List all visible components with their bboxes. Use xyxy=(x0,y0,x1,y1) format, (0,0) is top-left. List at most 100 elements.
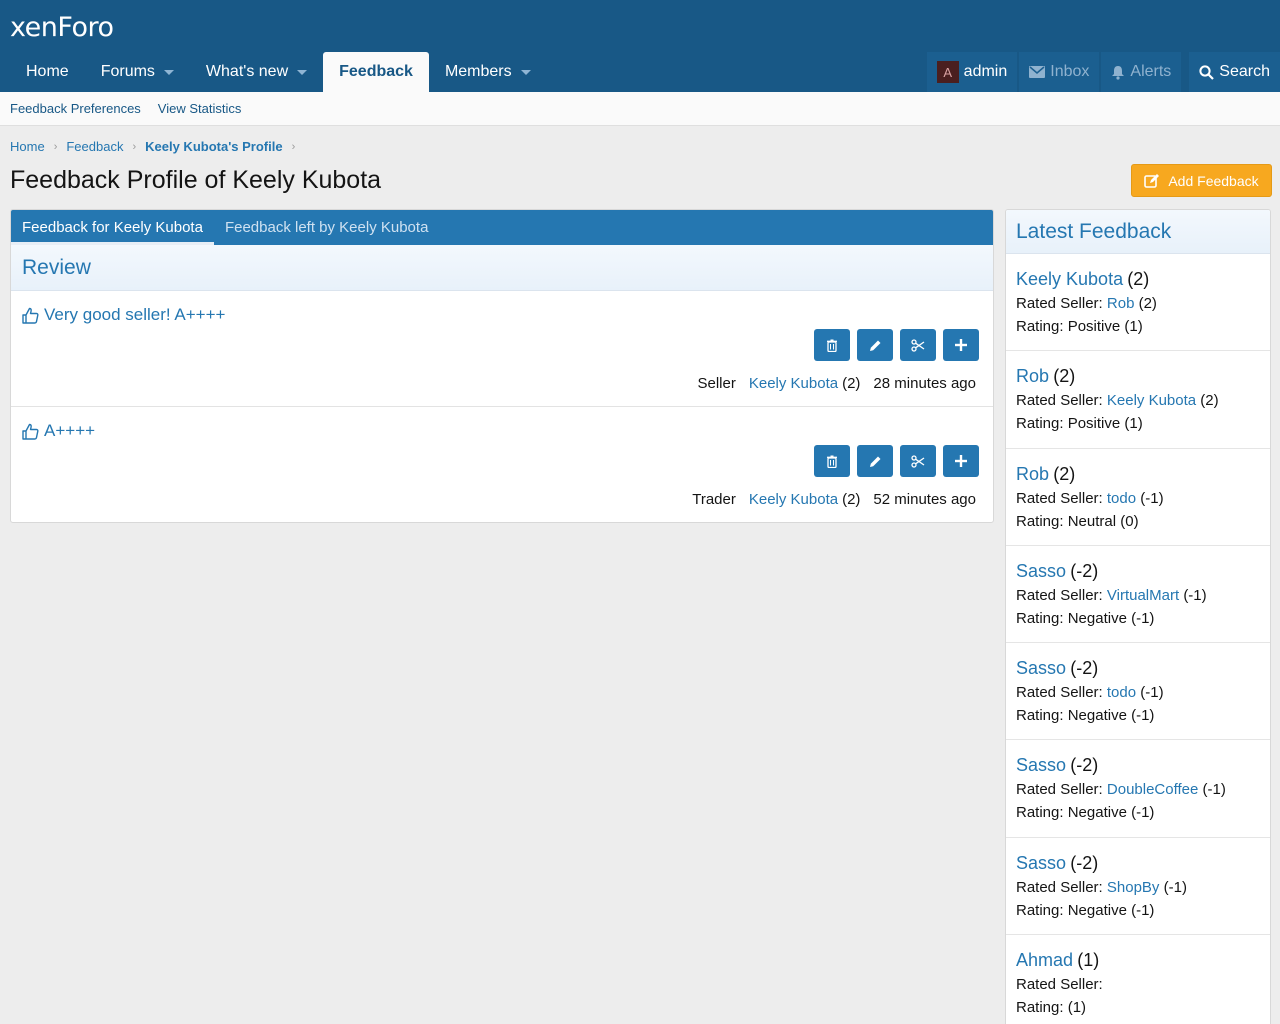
rating-label: Rating: xyxy=(1016,512,1064,530)
username: admin xyxy=(963,63,1008,80)
rated-seller-link[interactable]: Keely Kubota xyxy=(1107,392,1196,409)
rated-seller-label: Rated Seller: xyxy=(1016,586,1103,604)
inbox-link[interactable]: Inbox xyxy=(1019,52,1100,92)
site-logo[interactable]: xenForo xyxy=(10,12,114,43)
rated-seller-link[interactable]: todo xyxy=(1107,684,1136,701)
feedback-preferences-link[interactable]: Feedback Preferences xyxy=(10,101,141,116)
account-link[interactable]: A admin xyxy=(926,52,1018,92)
list-item: Ahmad (1) Rated Seller: Rating: (1) xyxy=(1006,935,1270,1024)
cut-button[interactable] xyxy=(900,445,936,477)
cut-button[interactable] xyxy=(900,329,936,361)
feedback-user-link[interactable]: Keely Kubota xyxy=(749,375,838,392)
feedback-user-score: (2) xyxy=(842,375,861,392)
sub-nav: Feedback Preferences View Statistics xyxy=(0,92,1280,126)
list-item: Sasso (-2) Rated Seller: ShopBy (-1) Ratin… xyxy=(1006,838,1270,936)
rating-label: Rating: xyxy=(1016,999,1064,1017)
breadcrumb-feedback[interactable]: Feedback xyxy=(66,139,123,154)
add-feedback-button[interactable]: Add Feedback xyxy=(1131,164,1272,197)
feedback-user-link[interactable]: Sasso xyxy=(1016,853,1066,873)
user-score: (2) xyxy=(1053,366,1076,387)
nav-whats-new-label: What's new xyxy=(205,63,289,80)
pencil-icon xyxy=(869,456,880,467)
bell-icon xyxy=(1112,65,1125,80)
delete-button[interactable] xyxy=(814,445,850,477)
rated-seller-link[interactable]: DoubleCoffee xyxy=(1107,781,1198,798)
tab-feedback-left-by[interactable]: Feedback left by Keely Kubota xyxy=(214,210,439,245)
rating-value: Neutral (0) xyxy=(1067,512,1139,530)
rated-seller-score: (-1) xyxy=(1140,684,1164,702)
page-title: Feedback Profile of Keely Kubota xyxy=(10,166,382,194)
rated-seller-label: Rated Seller: xyxy=(1016,684,1103,702)
feedback-text[interactable]: A++++ xyxy=(44,421,95,441)
rated-seller-link[interactable]: VirtualMart xyxy=(1107,587,1179,604)
user-score: (-2) xyxy=(1070,658,1099,679)
user-nav: A admin Inbox Alerts Search xyxy=(925,52,1280,92)
nav-tab-home[interactable]: Home xyxy=(10,52,85,92)
rating-value: Positive (1) xyxy=(1067,318,1143,335)
nav-tab-members[interactable]: Members xyxy=(429,52,547,92)
feedback-user-link[interactable]: Sasso xyxy=(1016,755,1066,775)
rated-seller-score: (-1) xyxy=(1202,781,1226,799)
rated-seller-label: Rated Seller: xyxy=(1016,976,1103,994)
feedback-user-link[interactable]: Keely Kubota xyxy=(1016,269,1123,289)
trash-icon xyxy=(827,455,837,468)
rating-label: Rating: xyxy=(1016,609,1064,627)
edit-button[interactable] xyxy=(857,329,893,361)
feedback-meta: Trader Keely Kubota (2) 52 minutes ago xyxy=(692,491,976,508)
delete-button[interactable] xyxy=(814,329,850,361)
avatar: A xyxy=(936,61,959,83)
plus-icon xyxy=(955,455,967,467)
chevron-down-icon[interactable] xyxy=(163,69,174,75)
thumbs-up-icon xyxy=(22,307,39,324)
user-score: (-2) xyxy=(1070,852,1099,873)
chevron-right-icon: › xyxy=(53,140,58,153)
rated-seller-link[interactable]: todo xyxy=(1107,490,1136,507)
rating-label: Rating: xyxy=(1016,707,1064,725)
rated-seller-score: (-1) xyxy=(1183,586,1207,604)
feedback-user-link[interactable]: Sasso xyxy=(1016,561,1066,581)
breadcrumb-home[interactable]: Home xyxy=(10,139,45,154)
rated-seller-link[interactable]: Rob xyxy=(1107,295,1135,312)
feedback-user-link[interactable]: Rob xyxy=(1016,464,1049,484)
feedback-role: Trader xyxy=(692,491,736,508)
chevron-down-icon[interactable] xyxy=(520,69,531,75)
add-button[interactable] xyxy=(943,445,979,477)
rating-label: Rating: xyxy=(1016,804,1064,822)
site-header: xenForo Home Forums What's new Feedback … xyxy=(0,0,1280,92)
breadcrumb-profile[interactable]: Keely Kubota's Profile xyxy=(145,139,282,154)
user-score: (2) xyxy=(1053,463,1076,484)
add-button[interactable] xyxy=(943,329,979,361)
search-icon xyxy=(1199,64,1215,80)
feedback-text[interactable]: Very good seller! A++++ xyxy=(44,305,225,325)
nav-tab-forums[interactable]: Forums xyxy=(85,52,190,92)
list-item: Sasso (-2) Rated Seller: todo (-1) Rating:… xyxy=(1006,643,1270,741)
nav-forums-label: Forums xyxy=(100,63,155,80)
feedback-user-link[interactable]: Ahmad xyxy=(1016,950,1073,970)
tab-feedback-for[interactable]: Feedback for Keely Kubota xyxy=(11,210,214,245)
chevron-down-icon[interactable] xyxy=(297,69,308,75)
rating-value: (1) xyxy=(1067,999,1087,1017)
scissors-icon xyxy=(911,454,925,468)
feedback-user-link[interactable]: Rob xyxy=(1016,366,1049,386)
nav-tab-whats-new[interactable]: What's new xyxy=(190,52,323,92)
feedback-actions xyxy=(807,329,979,361)
feedback-time[interactable]: 28 minutes ago xyxy=(873,375,976,392)
rated-seller-score: (-1) xyxy=(1163,878,1187,896)
feedback-user-link[interactable]: Keely Kubota xyxy=(749,491,838,508)
main-nav: Home Forums What's new Feedback Members xyxy=(10,52,547,92)
rated-seller-link[interactable]: ShopBy xyxy=(1107,879,1160,896)
nav-tab-feedback[interactable]: Feedback xyxy=(323,52,429,92)
view-statistics-link[interactable]: View Statistics xyxy=(158,101,242,116)
chevron-right-icon: › xyxy=(132,140,137,153)
edit-button[interactable] xyxy=(857,445,893,477)
alerts-link[interactable]: Alerts xyxy=(1101,52,1182,92)
feedback-user-link[interactable]: Sasso xyxy=(1016,658,1066,678)
list-item: Sasso (-2) Rated Seller: VirtualMart (-1)… xyxy=(1006,546,1270,644)
user-score: (1) xyxy=(1077,950,1100,971)
rated-seller-label: Rated Seller: xyxy=(1016,392,1103,410)
feedback-time[interactable]: 52 minutes ago xyxy=(873,491,976,508)
list-item: Rob (2) Rated Seller: Keely Kubota (2) Rat… xyxy=(1006,351,1270,449)
search-link[interactable]: Search xyxy=(1189,52,1280,92)
rating-value: Negative (-1) xyxy=(1067,609,1155,627)
sidebar-title: Latest Feedback xyxy=(1006,210,1270,254)
